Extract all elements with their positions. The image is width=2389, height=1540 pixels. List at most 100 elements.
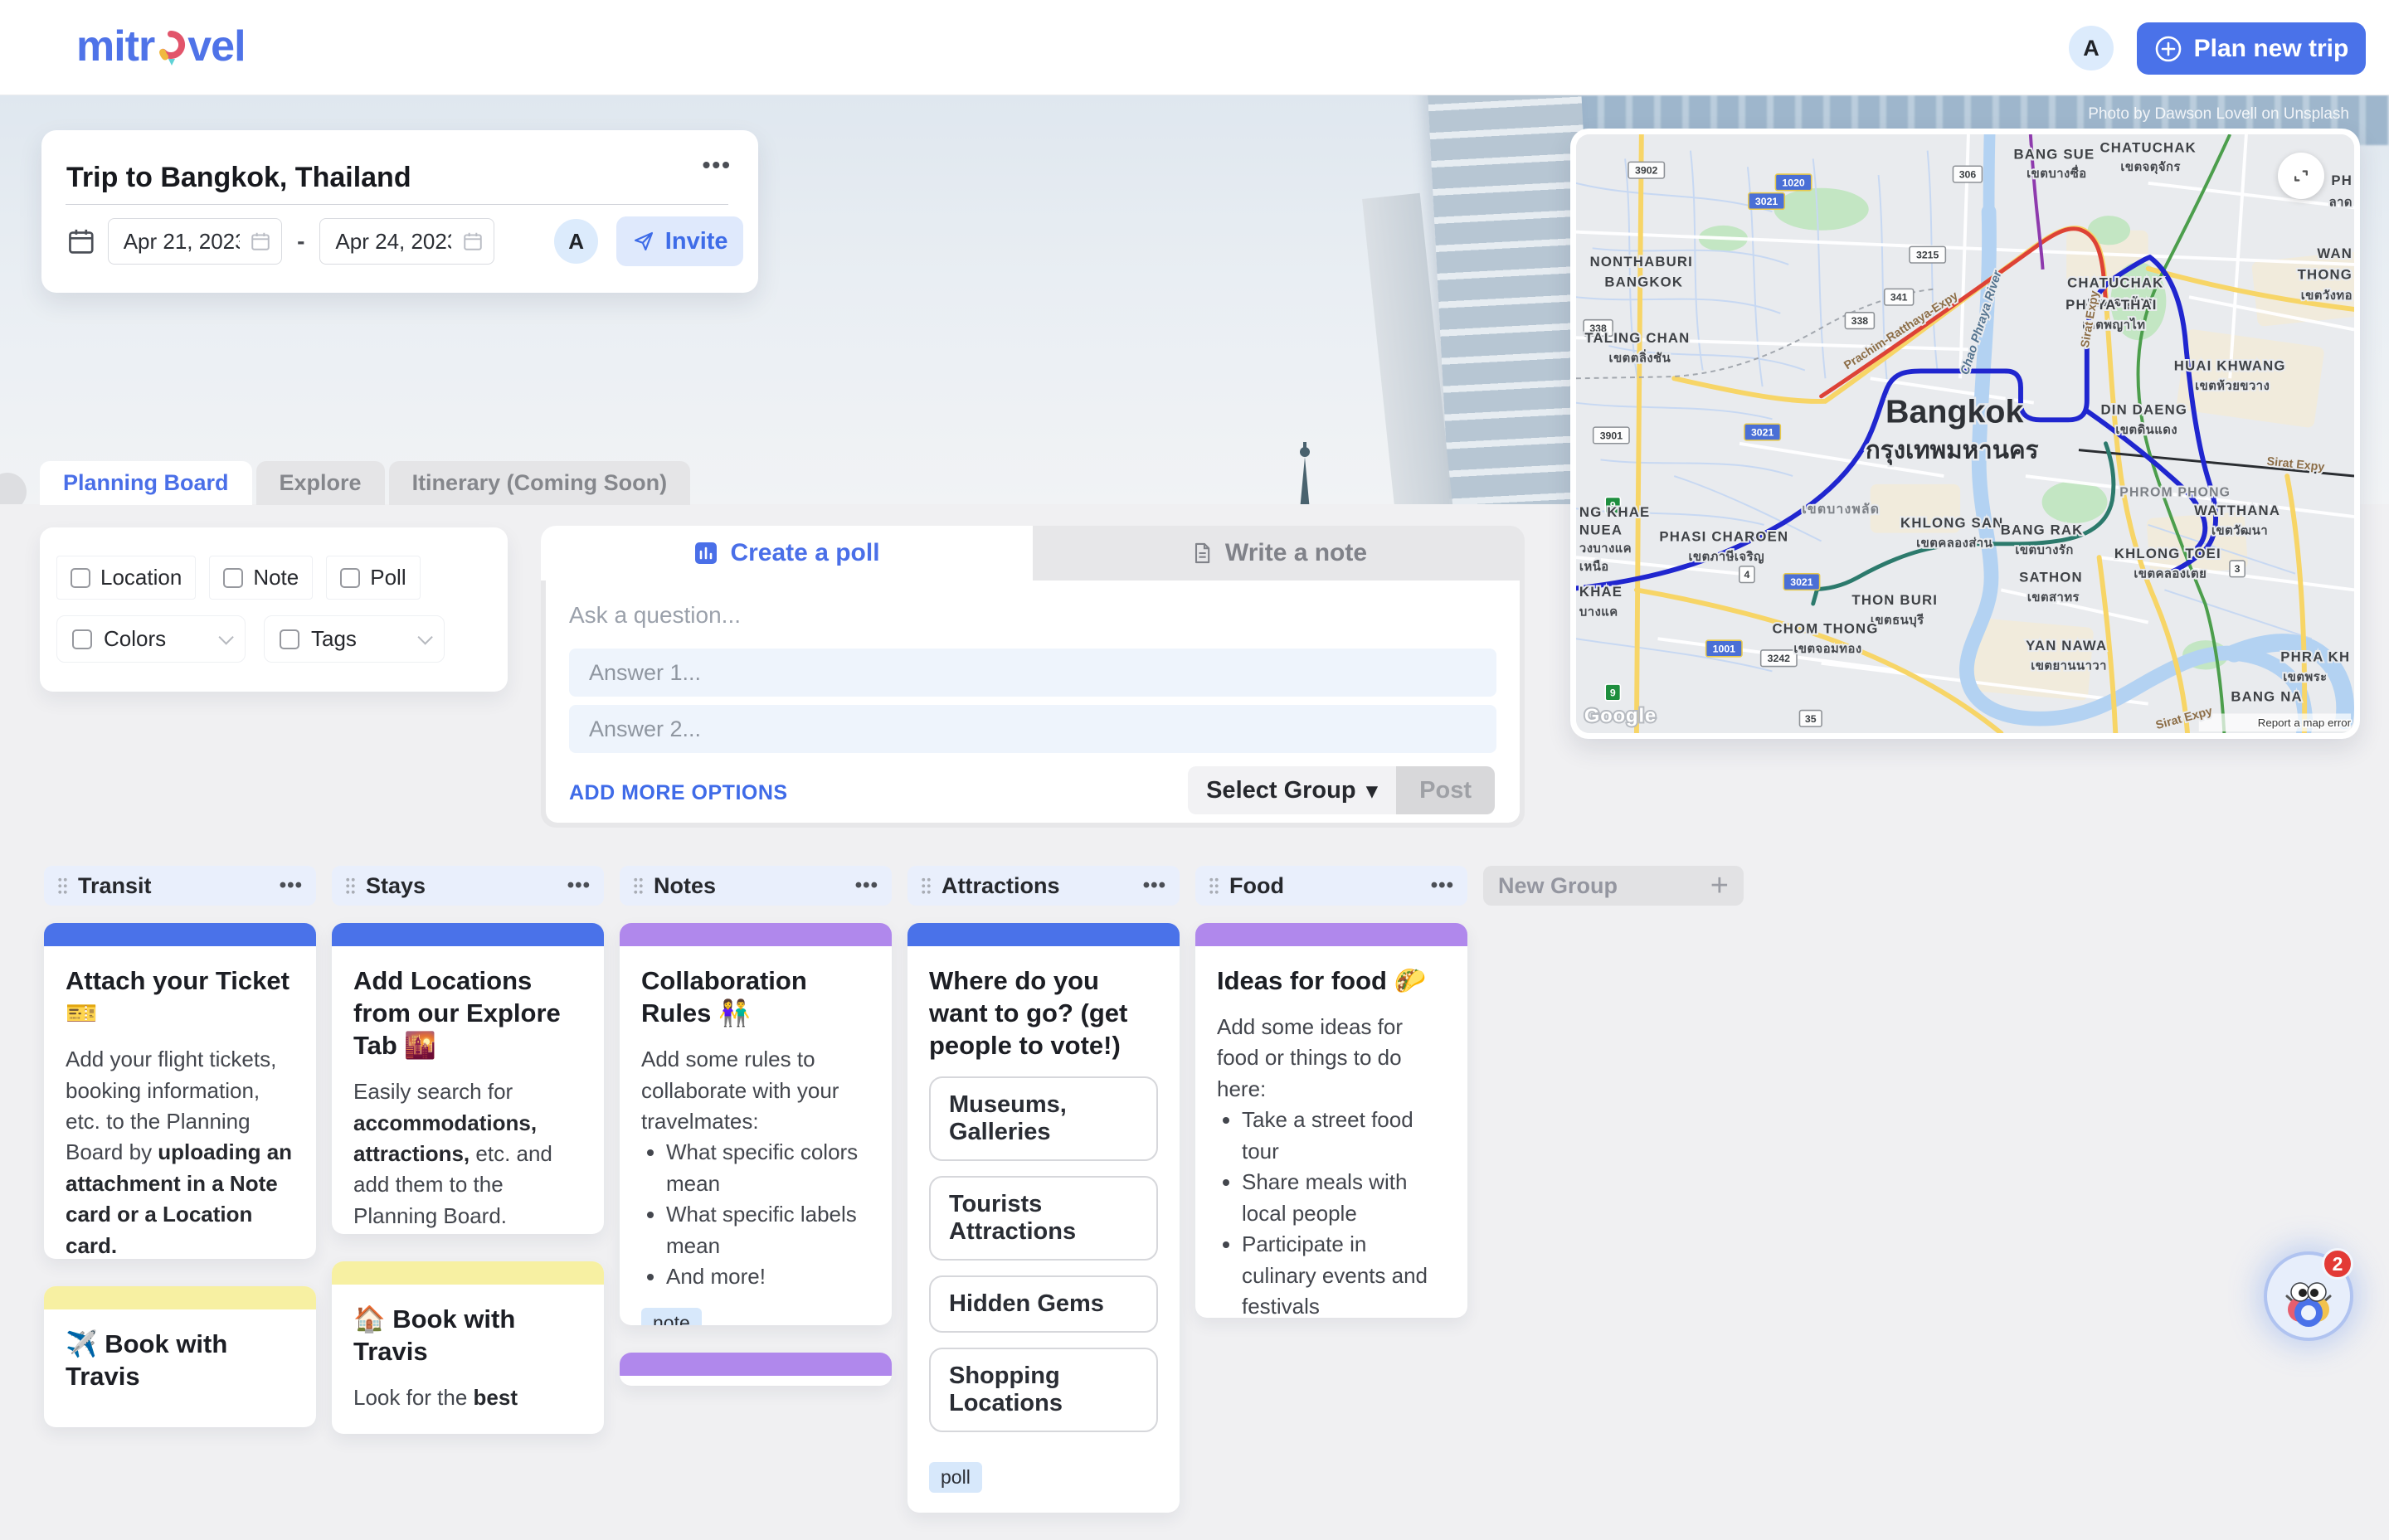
drag-handle-icon[interactable] [1209, 877, 1219, 895]
poll-question-input[interactable] [569, 602, 1233, 629]
card-title: ✈️ Book with Travis [66, 1328, 294, 1392]
board-column-stays: Stays••• Add Locations from our Explore T… [332, 866, 604, 1461]
calendar-icon [250, 231, 271, 252]
new-group-label: New Group [1498, 873, 1618, 899]
map-label: KHAE [1579, 584, 1623, 600]
column-header-food[interactable]: Food••• [1195, 866, 1467, 906]
poll-option[interactable]: Hidden Gems [929, 1275, 1158, 1333]
board-card[interactable]: 🏠 Book with TravisLook for the best [332, 1261, 604, 1434]
poll-answer1-input[interactable] [569, 649, 1496, 697]
post-button[interactable]: Post [1396, 766, 1495, 814]
column-header-stays[interactable]: Stays••• [332, 866, 604, 906]
google-map[interactable]: 3902306321534133833839014335324210203021… [1576, 134, 2354, 733]
note-document-icon [1190, 542, 1214, 565]
board-card[interactable] [620, 1353, 892, 1386]
map-label: BANGKOK [1604, 274, 1683, 289]
map-label: ลาด [2329, 196, 2353, 209]
drag-handle-icon[interactable] [921, 877, 932, 895]
tab-explore[interactable]: Explore [256, 461, 385, 505]
poll-option[interactable]: Tourists Attractions [929, 1176, 1158, 1261]
column-header-transit[interactable]: Transit••• [44, 866, 316, 906]
map-expand-button[interactable] [2278, 153, 2324, 199]
column-header-attractions[interactable]: Attractions ••• [907, 866, 1180, 906]
drag-handle-icon[interactable] [633, 877, 644, 895]
map-label: เขตบางพลัด [1802, 502, 1880, 517]
road-shield: 35 [1799, 711, 1822, 727]
plus-circle-icon [2154, 35, 2182, 63]
column-title: Attractions [941, 873, 1060, 899]
colors-checkbox[interactable] [72, 629, 92, 649]
map-label: เขตสาทร [2027, 591, 2080, 605]
card-text: Add some rules to collaborate with your … [641, 1044, 870, 1137]
filter-location-label: Location [100, 565, 182, 590]
trip-member-avatar[interactable]: A [554, 219, 599, 264]
road-shield: 3021 [1744, 424, 1780, 440]
column-menu-button[interactable]: ••• [567, 874, 591, 897]
column-menu-button[interactable]: ••• [855, 874, 878, 897]
plan-new-trip-label: Plan new trip [2194, 35, 2349, 63]
column-menu-button[interactable]: ••• [1143, 874, 1166, 897]
tab-itinerary[interactable]: Itinerary (Coming Soon) [389, 461, 691, 505]
map-label: HUAI KHWANG [2174, 358, 2286, 374]
plus-icon[interactable]: + [1710, 868, 1729, 904]
app-logo[interactable]: mitr vel [76, 22, 246, 71]
filter-note[interactable]: Note [209, 556, 313, 600]
end-date-field[interactable] [319, 218, 494, 265]
colors-dropdown[interactable]: Colors [56, 615, 246, 663]
tags-dropdown[interactable]: Tags [264, 615, 445, 663]
trip-menu-button[interactable]: ••• [703, 152, 732, 178]
plan-new-trip-button[interactable]: Plan new trip [2137, 22, 2366, 75]
start-date-field[interactable] [108, 218, 282, 265]
tab-create-poll[interactable]: Create a poll [541, 526, 1033, 581]
new-group-button[interactable]: New Group + [1483, 866, 1744, 906]
poll-option[interactable]: Museums, Galleries [929, 1076, 1158, 1161]
tab-planning-board[interactable]: Planning Board [40, 461, 252, 505]
location-checkbox[interactable] [71, 568, 90, 588]
calendar-icon [66, 226, 96, 256]
svg-text:3021: 3021 [1755, 196, 1778, 207]
invite-button[interactable]: Invite [616, 216, 743, 266]
svg-text:3215: 3215 [1916, 250, 1939, 261]
photo-attribution: Photo by Dawson Lovell on Unsplash [2088, 105, 2349, 124]
chevron-down-icon [218, 629, 233, 644]
filter-location[interactable]: Location [56, 556, 196, 600]
assistant-mascot-button[interactable]: 2 [2267, 1255, 2350, 1338]
column-menu-button[interactable]: ••• [1431, 874, 1454, 897]
map-label: BANG NA [2231, 689, 2302, 705]
map-label: WAN [2317, 245, 2353, 261]
card-color-bar [332, 1261, 604, 1285]
poll-checkbox[interactable] [340, 568, 360, 588]
end-date-input[interactable] [335, 229, 451, 255]
svg-text:3902: 3902 [1635, 165, 1658, 177]
road-shield: 1020 [1775, 174, 1811, 191]
start-date-input[interactable] [124, 229, 240, 255]
drag-handle-icon[interactable] [345, 877, 356, 895]
divider [66, 204, 728, 205]
column-header-notes[interactable]: Notes••• [620, 866, 892, 906]
board-card[interactable]: ✈️ Book with Travis [44, 1286, 316, 1427]
tags-checkbox[interactable] [280, 629, 299, 649]
column-menu-button[interactable]: ••• [280, 874, 303, 897]
road-shield: 3901 [1593, 427, 1629, 444]
hero-blob [0, 473, 27, 504]
note-checkbox[interactable] [223, 568, 243, 588]
board-column-notes: Notes••• Collaboration Rules 👫Add some ru… [620, 866, 892, 1413]
svg-text:341: 341 [1890, 292, 1908, 304]
tab-write-note[interactable]: Write a note [1033, 526, 1525, 581]
drag-handle-icon[interactable] [57, 877, 68, 895]
board-card[interactable]: Ideas for food 🌮Add some ideas for food … [1195, 923, 1467, 1318]
poll-option[interactable]: Shopping Locations [929, 1348, 1158, 1432]
map-label: CHATUCHAK [2067, 274, 2163, 290]
svg-text:4: 4 [1744, 569, 1750, 581]
report-map-error-link[interactable]: Report a map error [2258, 717, 2352, 729]
board-card[interactable]: Add Locations from our Explore Tab 🌇Easi… [332, 923, 604, 1234]
select-group-dropdown[interactable]: Select Group ▾ [1188, 766, 1396, 814]
poll-answer2-input[interactable] [569, 705, 1496, 753]
filter-poll[interactable]: Poll [326, 556, 420, 600]
user-avatar[interactable]: A [2069, 26, 2114, 70]
board-card[interactable]: Where do you want to go? (get people to … [907, 923, 1180, 1513]
board-card[interactable]: Attach your Ticket 🎫Add your flight tick… [44, 923, 316, 1259]
board-card[interactable]: Collaboration Rules 👫Add some rules to c… [620, 923, 892, 1325]
road-shield: 3902 [1628, 162, 1664, 178]
add-more-options-button[interactable]: ADD MORE OPTIONS [569, 781, 788, 805]
